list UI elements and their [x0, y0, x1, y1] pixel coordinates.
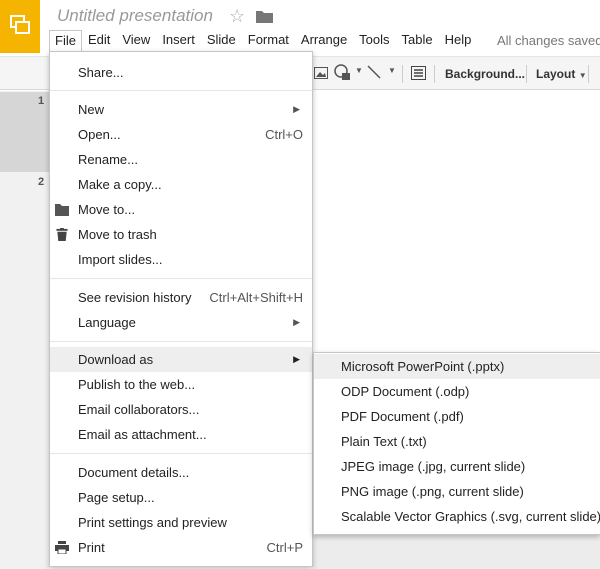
menu-format[interactable]: Format — [242, 30, 295, 52]
menu-label: Email as attachment... — [78, 427, 207, 442]
layout-button[interactable]: Layout ▼ — [536, 63, 587, 85]
download-submenu: Microsoft PowerPoint (.pptx) ODP Documen… — [313, 352, 600, 535]
menu-label: Print — [78, 540, 105, 555]
toolbar-divider — [588, 65, 589, 83]
toolbar-divider — [526, 65, 527, 83]
menu-publish-web[interactable]: Publish to the web... — [50, 372, 312, 397]
background-button[interactable]: Background... — [445, 63, 525, 85]
menu-view[interactable]: View — [116, 30, 156, 52]
layout-button-label: Layout — [536, 67, 576, 81]
menu-document-details[interactable]: Document details... — [50, 460, 312, 485]
menu-help[interactable]: Help — [439, 30, 478, 52]
menu-new[interactable]: New ▶ — [50, 97, 312, 122]
menu-download-as[interactable]: Download as ▶ — [50, 347, 312, 372]
menu-print-settings[interactable]: Print settings and preview — [50, 510, 312, 535]
file-menu: Share... New ▶ Open... Ctrl+O Rename... Ma… — [49, 51, 313, 567]
printer-icon — [55, 541, 69, 554]
menu-divider — [50, 90, 312, 91]
download-pptx[interactable]: Microsoft PowerPoint (.pptx) — [314, 354, 600, 379]
submenu-arrow-icon: ▶ — [293, 354, 300, 364]
menu-move-to[interactable]: Move to... — [50, 197, 312, 222]
download-txt[interactable]: Plain Text (.txt) — [314, 429, 600, 454]
folder-icon[interactable] — [256, 10, 273, 23]
menu-insert[interactable]: Insert — [156, 30, 201, 52]
menu-label: Publish to the web... — [78, 377, 196, 392]
download-png[interactable]: PNG image (.png, current slide) — [314, 479, 600, 504]
save-status: All changes saved — [497, 33, 600, 48]
line-icon[interactable] — [367, 65, 381, 79]
menu-file[interactable]: File — [49, 30, 82, 52]
submenu-arrow-icon: ▶ — [293, 317, 300, 327]
menu-arrange[interactable]: Arrange — [295, 30, 353, 52]
menu-divider — [50, 278, 312, 279]
menu-label: Import slides... — [78, 252, 163, 267]
download-odp[interactable]: ODP Document (.odp) — [314, 379, 600, 404]
menu-language[interactable]: Language ▶ — [50, 310, 312, 335]
menu-label: Document details... — [78, 465, 190, 480]
menu-label: Rename... — [78, 152, 138, 167]
menu-make-copy[interactable]: Make a copy... — [50, 172, 312, 197]
submenu-arrow-icon: ▶ — [293, 104, 300, 114]
document-title[interactable]: Untitled presentation — [57, 6, 213, 26]
menu-revision-history[interactable]: See revision history Ctrl+Alt+Shift+H — [50, 285, 312, 310]
download-svg[interactable]: Scalable Vector Graphics (.svg, current … — [314, 504, 600, 529]
menu-bar: File Edit View Insert Slide Format Arran… — [49, 30, 477, 52]
menu-label: New — [78, 102, 105, 117]
menu-divider — [50, 453, 312, 454]
menu-edit[interactable]: Edit — [82, 30, 116, 52]
shortcut-label: Ctrl+Alt+Shift+H — [209, 290, 303, 305]
menu-email-collaborators[interactable]: Email collaborators... — [50, 397, 312, 422]
menu-label: Move to trash — [78, 227, 157, 242]
comment-icon[interactable] — [411, 66, 426, 80]
menu-label: Language — [78, 315, 136, 330]
menu-label: Share... — [78, 65, 124, 80]
menu-label: Email collaborators... — [78, 402, 200, 417]
folder-icon — [55, 204, 69, 216]
menu-page-setup[interactable]: Page setup... — [50, 485, 312, 510]
slides-logo-icon — [10, 15, 30, 34]
line-dropdown-icon[interactable]: ▼ — [388, 66, 396, 75]
shape-dropdown-icon[interactable]: ▼ — [355, 66, 363, 75]
slides-logo[interactable] — [0, 0, 40, 53]
menu-divider — [50, 341, 312, 342]
slide-number: 1 — [38, 95, 45, 107]
menu-label: Print settings and preview — [78, 515, 227, 530]
trash-icon — [56, 228, 68, 241]
shortcut-label: Ctrl+P — [266, 540, 303, 555]
menu-label: Page setup... — [78, 490, 155, 505]
menu-share[interactable]: Share... — [50, 60, 312, 85]
slide-number: 2 — [38, 176, 45, 188]
menu-slide[interactable]: Slide — [201, 30, 242, 52]
star-icon[interactable]: ☆ — [229, 6, 245, 26]
menu-label: Move to... — [78, 202, 136, 217]
image-icon[interactable] — [314, 67, 328, 79]
menu-table[interactable]: Table — [396, 30, 439, 52]
chevron-down-icon: ▼ — [578, 71, 587, 80]
toolbar-divider — [434, 65, 435, 83]
download-jpg[interactable]: JPEG image (.jpg, current slide) — [314, 454, 600, 479]
menu-label: Make a copy... — [78, 177, 162, 192]
menu-label: Open... — [78, 127, 121, 142]
menu-move-to-trash[interactable]: Move to trash — [50, 222, 312, 247]
menu-import-slides[interactable]: Import slides... — [50, 247, 312, 272]
menu-rename[interactable]: Rename... — [50, 147, 312, 172]
shortcut-label: Ctrl+O — [265, 127, 303, 142]
menu-email-attachment[interactable]: Email as attachment... — [50, 422, 312, 447]
shape-icon[interactable] — [333, 64, 353, 82]
menu-label: Download as — [78, 352, 154, 367]
toolbar-divider — [402, 65, 403, 83]
download-pdf[interactable]: PDF Document (.pdf) — [314, 404, 600, 429]
menu-open[interactable]: Open... Ctrl+O — [50, 122, 312, 147]
menu-tools[interactable]: Tools — [353, 30, 395, 52]
menu-print[interactable]: Print Ctrl+P — [50, 535, 312, 560]
menu-label: See revision history — [78, 290, 192, 305]
slide-canvas[interactable] — [313, 91, 600, 355]
